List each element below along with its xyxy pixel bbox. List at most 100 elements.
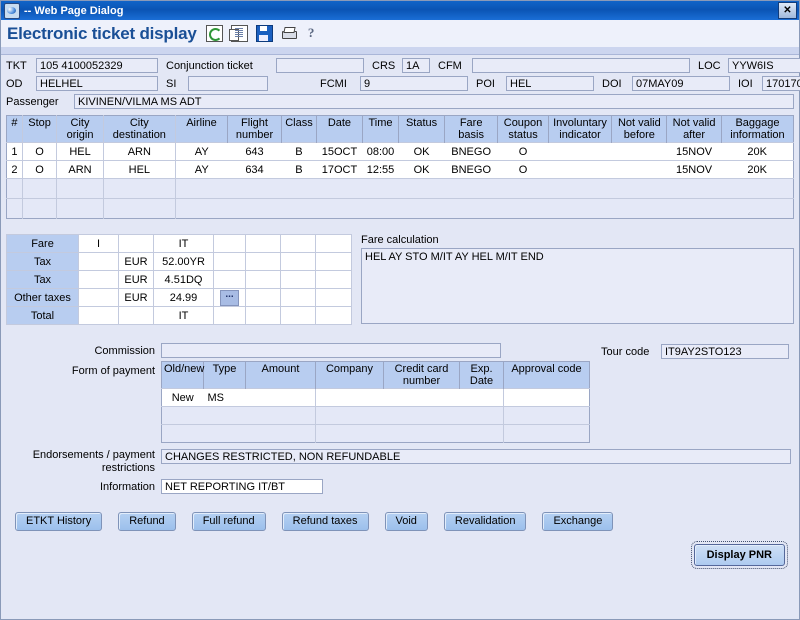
fare-cell-2 — [118, 234, 154, 253]
fare-row-other-taxes[interactable]: Other taxes EUR 24.99 ... — [6, 288, 352, 307]
cell-empty — [459, 406, 504, 425]
poi-field[interactable]: HEL — [506, 76, 594, 91]
cell-baggage: 20K — [721, 160, 794, 179]
fare-cell-5 — [245, 306, 281, 325]
fare-row-tax-1[interactable]: Tax EUR 52.00YR — [6, 252, 352, 271]
fare-cell-4 — [213, 306, 246, 325]
etkt-history-button[interactable]: ETKT History — [15, 512, 103, 531]
cell-airline: AY — [175, 142, 228, 161]
col-city-origin: City origin — [56, 115, 104, 143]
col-stop: Stop — [22, 115, 58, 143]
table-row-empty[interactable] — [6, 198, 794, 219]
fare-row-label: Total — [6, 306, 79, 325]
cell-coupon-status: O — [497, 142, 549, 161]
fare-cell-4 — [213, 270, 246, 289]
fare-cell-1 — [78, 252, 119, 271]
cell-date: 17OCT — [316, 160, 363, 179]
fare-row-total[interactable]: Total IT — [6, 306, 352, 325]
fare-cell-6 — [280, 270, 316, 289]
od-field[interactable]: HELHEL — [36, 76, 158, 91]
revalidation-button[interactable]: Revalidation — [443, 512, 527, 531]
table-row-empty[interactable] — [6, 178, 794, 199]
refund-button[interactable]: Refund — [118, 512, 176, 531]
fare-row-tax-2[interactable]: Tax EUR 4.51DQ — [6, 270, 352, 289]
ticket-header-form: TKT 105 4100052329 Conjunction ticket CR… — [1, 58, 800, 109]
poi-label: POI — [476, 77, 495, 90]
commission-field[interactable] — [161, 343, 501, 358]
save-icon[interactable] — [255, 25, 273, 42]
form-of-payment-label: Form of payment — [71, 365, 155, 377]
close-button[interactable]: ✕ — [778, 2, 797, 19]
cell-empty — [22, 178, 58, 199]
col-flight-number: Flight number — [227, 115, 282, 143]
col-coupon-status: Coupon status — [497, 115, 549, 143]
endorsements-field[interactable]: CHANGES RESTRICTED, NON REFUNDABLE — [161, 449, 791, 464]
full-refund-button[interactable]: Full refund — [191, 512, 266, 531]
doi-field[interactable]: 07MAY09 — [632, 76, 730, 91]
col-class: Class — [281, 115, 318, 143]
help-icon[interactable]: ? — [304, 26, 319, 41]
fare-cell-2 — [118, 306, 154, 325]
toolbar: ? — [205, 25, 319, 42]
col-fare-basis: Fare basis — [444, 115, 499, 143]
passenger-field[interactable]: KIVINEN/VILMA MS ADT — [74, 94, 794, 109]
cell-empty — [175, 198, 794, 219]
cell-empty — [6, 198, 23, 219]
conjunction-ticket-field[interactable] — [276, 58, 364, 73]
table-row-empty[interactable] — [161, 424, 590, 443]
exchange-button[interactable]: Exchange — [542, 512, 614, 531]
information-field[interactable]: NET REPORTING IT/BT — [161, 479, 323, 494]
ioi-field[interactable]: 170170 — [762, 76, 800, 91]
fcmi-field[interactable]: 9 — [360, 76, 468, 91]
print-icon[interactable] — [281, 26, 297, 41]
display-pnr-button[interactable]: Display PNR — [690, 541, 789, 569]
fare-cell-7 — [315, 252, 352, 271]
fare-calculation-field[interactable]: HEL AY STO M/IT AY HEL M/IT END — [361, 248, 794, 324]
col-time: Time — [362, 115, 400, 143]
form-of-payment-row: Form of payment Old/new Type Amount Comp… — [6, 361, 601, 443]
fare-cell-6 — [280, 288, 316, 307]
loc-field[interactable]: YYW6IS — [728, 58, 800, 73]
cell-coupon-status: O — [497, 160, 549, 179]
fare-cell-4: ... — [213, 288, 246, 307]
copy-icon[interactable] — [228, 25, 248, 42]
fare-cell-2: EUR — [118, 252, 154, 271]
cell-num: 1 — [6, 142, 23, 161]
crs-label: CRS — [372, 59, 396, 72]
fare-table-wrap: Fare I IT Tax EUR 52.00YR Tax EUR 4.51DQ… — [6, 234, 361, 325]
crs-field[interactable]: 1A — [402, 58, 430, 73]
payment-table: Old/new Type Amount Company Credit card … — [161, 361, 590, 443]
payment-left: Commission Form of payment Old/new Type … — [6, 343, 601, 443]
cell-status: OK — [398, 142, 445, 161]
fcmi-label: FCMI — [320, 77, 347, 90]
tkt-field[interactable]: 105 4100052329 — [36, 58, 158, 73]
cell-nvb — [611, 142, 667, 161]
si-field[interactable] — [188, 76, 268, 91]
fare-row-fare[interactable]: Fare I IT — [6, 234, 352, 253]
cell-involuntary — [548, 142, 612, 161]
table-row[interactable]: 1 O HEL ARN AY 643 B 15OCT 08:00 OK BNEG… — [6, 142, 794, 161]
tour-code-section: Tour code IT9AY2STO123 — [601, 343, 794, 443]
void-button[interactable]: Void — [384, 512, 428, 531]
refresh-icon[interactable] — [205, 25, 223, 42]
table-row[interactable]: 2 O ARN HEL AY 634 B 17OCT 12:55 OK BNEG… — [6, 160, 794, 179]
tour-code-field[interactable]: IT9AY2STO123 — [661, 344, 789, 359]
doi-label: DOI — [602, 77, 622, 90]
cell-status: OK — [398, 160, 445, 179]
action-button-bar: ETKT History Refund Full refund Refund t… — [1, 494, 799, 531]
refund-taxes-button[interactable]: Refund taxes — [281, 512, 369, 531]
table-row[interactable]: New MS — [161, 388, 590, 407]
other-taxes-more-button[interactable]: ... — [220, 289, 239, 306]
cfm-field[interactable] — [472, 58, 690, 73]
col-not-valid-after: Not valid after — [666, 115, 722, 143]
table-row-empty[interactable] — [161, 406, 590, 425]
fare-cell-5 — [245, 270, 281, 289]
form-row-3: Passenger KIVINEN/VILMA MS ADT — [6, 94, 794, 109]
itinerary-table: # Stop City origin City destination Airl… — [6, 115, 794, 219]
fare-cell-2: EUR — [118, 270, 154, 289]
cell-class: B — [281, 142, 317, 161]
fare-cell-5 — [245, 288, 281, 307]
cell-exp — [459, 388, 504, 407]
fare-cell-3: IT — [153, 306, 214, 325]
passenger-label: Passenger — [6, 95, 59, 108]
